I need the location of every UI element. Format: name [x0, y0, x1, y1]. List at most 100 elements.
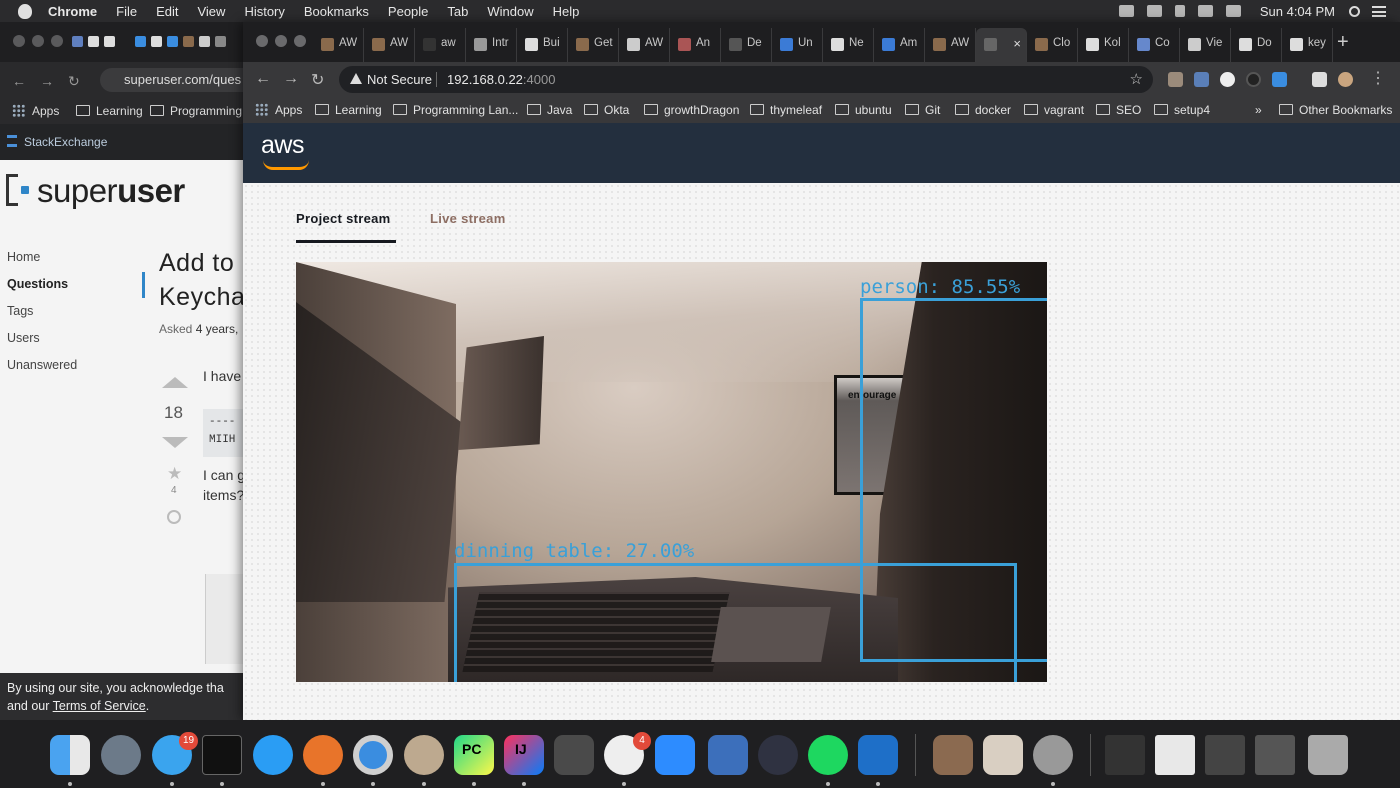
- launchpad-icon[interactable]: [101, 735, 141, 775]
- bookmark-folder-thymeleaf[interactable]: thymeleaf: [750, 103, 822, 117]
- bookmark-folder-java[interactable]: Java: [527, 103, 572, 117]
- minimized-window-icon[interactable]: [1105, 735, 1145, 775]
- browser-tab[interactable]: AW: [925, 28, 976, 62]
- minimized-window-icon[interactable]: [1255, 735, 1295, 775]
- bg-tab-icon[interactable]: [135, 36, 146, 47]
- superuser-logo[interactable]: superuser: [6, 172, 246, 212]
- tab-live-stream[interactable]: Live stream: [430, 211, 506, 226]
- bookmark-folder-ubuntu[interactable]: ubuntu: [835, 103, 892, 117]
- close-window-button[interactable]: [256, 35, 268, 47]
- bg-reload-icon[interactable]: ↻: [68, 73, 80, 90]
- bg-tab-icon[interactable]: [104, 36, 115, 47]
- question-title[interactable]: Add to Keycha: [159, 246, 245, 314]
- browser-tab[interactable]: AW: [619, 28, 670, 62]
- terms-of-service-link[interactable]: Terms of Service: [53, 699, 146, 713]
- browser-tab[interactable]: Am: [874, 28, 925, 62]
- tab-close-icon[interactable]: ×: [1013, 36, 1021, 51]
- downvote-icon[interactable]: [162, 437, 188, 448]
- firefox-icon[interactable]: [303, 735, 343, 775]
- keychain-access-icon[interactable]: [1033, 735, 1073, 775]
- trash-icon[interactable]: [1308, 735, 1348, 775]
- calculator-icon[interactable]: [983, 735, 1023, 775]
- bookmarks-overflow-button[interactable]: »: [1255, 103, 1262, 117]
- bg-tab-icon[interactable]: [183, 36, 194, 47]
- bg-minimize-button[interactable]: [32, 35, 44, 47]
- docker-status-icon[interactable]: [1118, 5, 1134, 17]
- favorite-star-icon[interactable]: ★: [167, 464, 182, 484]
- warning-icon[interactable]: [350, 73, 362, 84]
- bookmark-folder-programming[interactable]: Programming Lan...: [393, 103, 518, 117]
- browser-tab[interactable]: AW: [313, 28, 364, 62]
- extension-icon[interactable]: [1168, 72, 1183, 87]
- spotlight-search-icon[interactable]: [1349, 5, 1360, 17]
- terminal-icon[interactable]: [202, 735, 242, 775]
- postman-icon[interactable]: [404, 735, 444, 775]
- not-secure-label[interactable]: Not Secure: [367, 72, 432, 87]
- bookmark-folder-learning[interactable]: Learning: [315, 103, 382, 117]
- minimize-window-button[interactable]: [275, 35, 287, 47]
- bookmark-folder-vagrant[interactable]: vagrant: [1024, 103, 1084, 117]
- sublime-icon[interactable]: [554, 735, 594, 775]
- volume-icon[interactable]: [1225, 5, 1241, 17]
- bg-url-field[interactable]: superuser.com/ques: [100, 68, 260, 92]
- bookmark-folder-git[interactable]: Git: [905, 103, 940, 117]
- browser-tab[interactable]: De: [721, 28, 772, 62]
- vscode-icon[interactable]: [708, 735, 748, 775]
- bluetooth-icon[interactable]: [1174, 5, 1185, 17]
- browser-tab[interactable]: ×: [976, 28, 1027, 62]
- bg-close-button[interactable]: [13, 35, 25, 47]
- safari-icon[interactable]: [253, 735, 293, 775]
- nav-tags[interactable]: Tags: [7, 304, 33, 318]
- vscode-insiders-icon[interactable]: [858, 735, 898, 775]
- forward-icon[interactable]: →: [283, 70, 299, 88]
- profile-avatar[interactable]: [1338, 72, 1353, 87]
- bg-bookmark-programming[interactable]: Programming L: [150, 104, 252, 118]
- zoom-icon[interactable]: [655, 735, 695, 775]
- browser-tab[interactable]: Vie: [1180, 28, 1231, 62]
- browser-tab[interactable]: Co: [1129, 28, 1180, 62]
- aws-logo[interactable]: aws: [261, 131, 304, 160]
- bookmark-folder-seo[interactable]: SEO: [1096, 103, 1141, 117]
- nav-home[interactable]: Home: [7, 250, 40, 264]
- browser-tab[interactable]: aw: [415, 28, 466, 62]
- bookmark-star-icon[interactable]: ☆: [1130, 70, 1143, 88]
- reload-icon[interactable]: ↻: [311, 70, 324, 90]
- reading-list-icon[interactable]: [1312, 72, 1327, 87]
- finder-icon[interactable]: [50, 735, 90, 775]
- stackexchange-label[interactable]: StackExchange: [24, 135, 107, 149]
- menu-edit[interactable]: Edit: [156, 4, 178, 19]
- notification-center-icon[interactable]: [1372, 5, 1386, 17]
- bookmark-folder-growthdragon[interactable]: growthDragon: [644, 103, 739, 117]
- bookmark-folder-okta[interactable]: Okta: [584, 103, 629, 117]
- spotify-icon[interactable]: [808, 735, 848, 775]
- browser-menu-icon[interactable]: ⋮: [1370, 68, 1386, 88]
- slack-extension-icon[interactable]: [1194, 72, 1209, 87]
- browser-tab[interactable]: Get: [568, 28, 619, 62]
- bg-tab-icon[interactable]: [151, 36, 162, 47]
- browser-tab[interactable]: Do: [1231, 28, 1282, 62]
- browser-tab[interactable]: Kol: [1078, 28, 1129, 62]
- tab-project-stream[interactable]: Project stream: [296, 211, 391, 226]
- new-tab-button[interactable]: +: [1337, 31, 1349, 54]
- menu-window[interactable]: Window: [487, 4, 533, 19]
- stackexchange-icon[interactable]: [7, 135, 17, 147]
- bg-tab-icon[interactable]: [215, 36, 226, 47]
- menubar-clock[interactable]: Sun 4:04 PM: [1260, 4, 1335, 19]
- menu-people[interactable]: People: [388, 4, 428, 19]
- browser-tab[interactable]: An: [670, 28, 721, 62]
- bookmark-apps[interactable]: Apps: [255, 103, 302, 117]
- browser-tab[interactable]: Ne: [823, 28, 874, 62]
- browser-tab[interactable]: Intr: [466, 28, 517, 62]
- extension-circle-icon[interactable]: [1220, 72, 1235, 87]
- user-status-icon[interactable]: [1146, 5, 1162, 17]
- bg-tab-icon[interactable]: [199, 36, 210, 47]
- menu-history[interactable]: History: [244, 4, 284, 19]
- browser-tab[interactable]: Bui: [517, 28, 568, 62]
- bg-bookmark-learning[interactable]: Learning: [76, 104, 143, 118]
- apple-menu-icon[interactable]: [18, 3, 32, 19]
- url-field[interactable]: Not Secure 192.168.0.22:4000 ☆: [339, 66, 1153, 93]
- bg-bookmark-apps[interactable]: Apps: [12, 104, 59, 118]
- bg-zoom-button[interactable]: [51, 35, 63, 47]
- atom-icon[interactable]: [758, 735, 798, 775]
- chrome-icon[interactable]: [353, 735, 393, 775]
